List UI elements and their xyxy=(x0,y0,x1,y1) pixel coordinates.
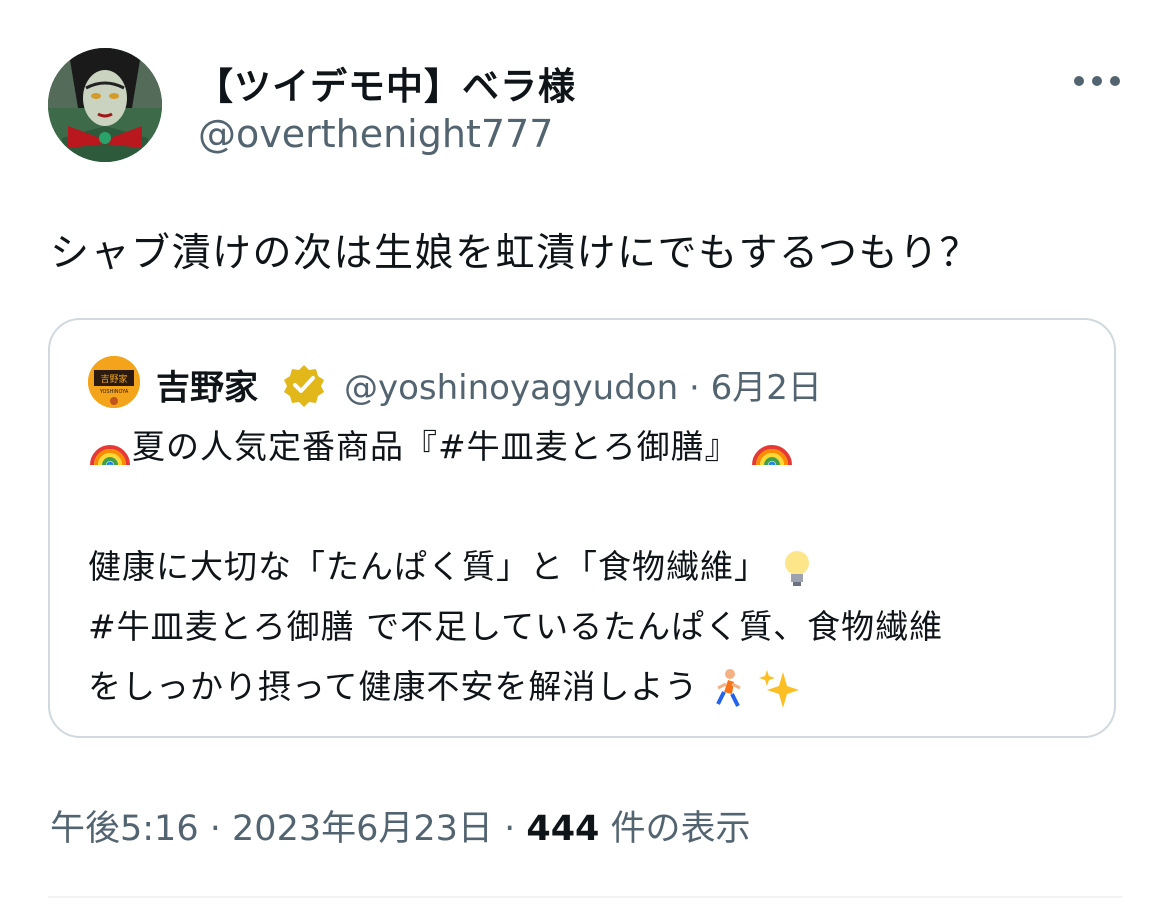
views-label[interactable]: 件の表示 xyxy=(611,809,751,849)
tweet-footer: 午後5:16 · 2023年6月23日 · 444 件の表示 xyxy=(50,800,751,851)
quoted-line-4: をしっかり摂って健康不安を解消しよう xyxy=(88,660,801,710)
rainbow-icon xyxy=(90,444,130,465)
quoted-text-2: 健康に大切な「たんぱく質」と「食物繊維」 xyxy=(88,547,768,586)
more-options-icon[interactable] xyxy=(1074,74,1120,88)
runner-icon xyxy=(716,668,741,707)
more-dot xyxy=(1074,76,1084,86)
tweet-text: シャブ漬けの次は生娘を虹漬けにでもするつもり？ xyxy=(50,231,980,276)
author-display-name[interactable]: 【ツイデモ中】ベラ様 xyxy=(196,56,576,110)
quoted-author-name[interactable]: 吉野家 xyxy=(156,360,258,409)
quoted-meta: @yoshinoyagyudon · 6月2日 xyxy=(344,360,822,409)
more-dot xyxy=(1092,76,1102,86)
author-avatar[interactable] xyxy=(48,48,162,162)
verified-badge-icon xyxy=(284,365,324,407)
author-handle[interactable]: @overthenight777 xyxy=(198,112,553,156)
quoted-tweet-card[interactable]: 吉野家 YOSHINOYA 吉野家 @yoshinoyagyudon · 6月2… xyxy=(48,318,1116,738)
footer-separator: · xyxy=(504,809,516,849)
lightbulb-icon xyxy=(784,550,809,586)
logo-text: 吉野家 xyxy=(100,373,127,385)
quoted-text-1: 夏の人気定番商品『#牛皿麦とろ御膳』 xyxy=(132,427,739,466)
quoted-handle[interactable]: @yoshinoyagyudon xyxy=(344,368,678,408)
quoted-text-4: をしっかり摂って健康不安を解消しよう xyxy=(88,667,699,706)
logo-subtext: YOSHINOYA xyxy=(99,389,129,395)
rainbow-icon xyxy=(752,444,793,465)
tweet-date[interactable]: 2023年6月23日 xyxy=(232,809,493,849)
quoted-line-3: #牛皿麦とろ御膳 で不足しているたんぱく質、食物繊維 xyxy=(88,607,944,646)
meta-separator: · xyxy=(688,368,700,408)
quoted-line-1: 夏の人気定番商品『#牛皿麦とろ御膳』 xyxy=(88,420,794,469)
tweet-time[interactable]: 午後5:16 xyxy=(50,809,199,849)
quoted-author-avatar[interactable]: 吉野家 YOSHINOYA xyxy=(88,356,140,408)
more-dot xyxy=(1110,76,1120,86)
views-count[interactable]: 444 xyxy=(526,809,599,849)
sparkles-icon xyxy=(759,669,800,708)
quoted-date[interactable]: 6月2日 xyxy=(711,368,822,408)
footer-separator: · xyxy=(209,809,221,849)
divider xyxy=(48,896,1122,898)
quoted-line-2: 健康に大切な「たんぱく質」と「食物繊維」 xyxy=(88,540,814,590)
